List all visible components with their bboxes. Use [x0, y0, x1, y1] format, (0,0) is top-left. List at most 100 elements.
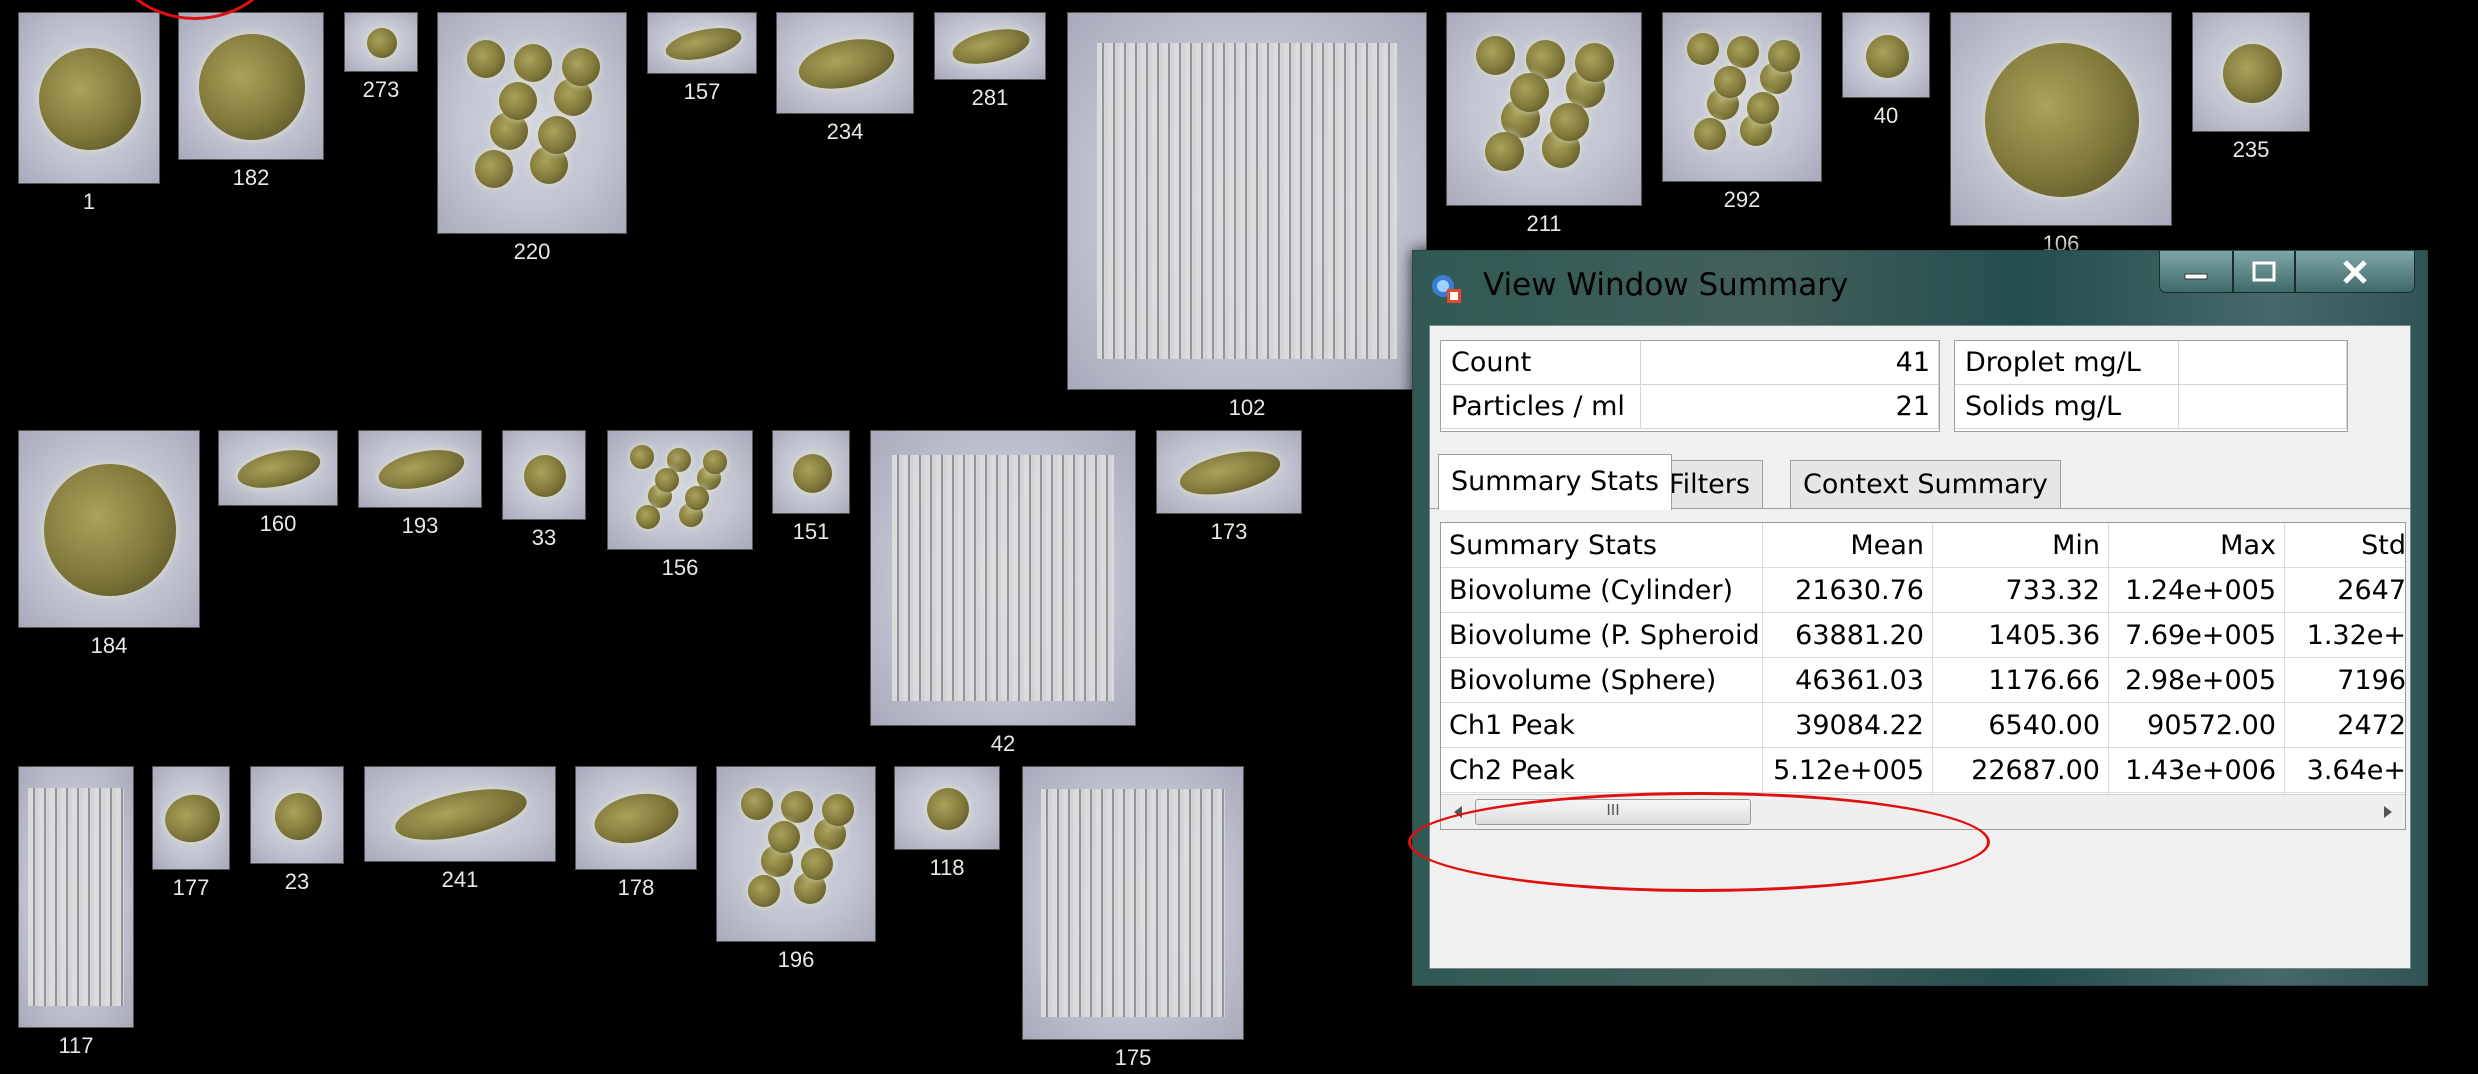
- table-row[interactable]: Biovolume (Cylinder) 21630.76 733.32 1.24e+…: [1441, 568, 2405, 613]
- row-label: Ch2 Peak: [1441, 748, 1763, 793]
- particle-id-label: 178: [617, 875, 655, 900]
- scroll-right-icon: [2384, 806, 2392, 818]
- particle-image: [607, 430, 753, 550]
- particle-id-label: 182: [232, 165, 270, 190]
- particle-id-label: 241: [441, 867, 479, 892]
- particle-image: [218, 430, 338, 506]
- solids-label: Solids mg/L: [1955, 385, 2179, 429]
- particle-image: [250, 766, 344, 864]
- particle-thumbnail[interactable]: 33: [502, 430, 586, 554]
- particle-id-label: 1: [82, 189, 96, 214]
- particle-thumbnail[interactable]: 211: [1446, 12, 1642, 240]
- particle-image: [18, 766, 134, 1028]
- scrollbar-thumb[interactable]: III: [1475, 799, 1751, 825]
- table-header-row[interactable]: Summary Stats Mean Min Max Std: [1441, 523, 2405, 568]
- particle-thumbnail[interactable]: 182: [178, 12, 324, 194]
- particle-id-label: 102: [1228, 395, 1266, 420]
- particle-thumbnail[interactable]: 184: [18, 430, 200, 662]
- particle-id-label: 173: [1210, 519, 1248, 544]
- table-cell: 1.43e+006: [2109, 748, 2285, 793]
- particles-per-ml-value: 21: [1641, 385, 1939, 429]
- scroll-right-button[interactable]: [2371, 795, 2405, 829]
- particle-id-label: 175: [1114, 1045, 1152, 1070]
- horizontal-scrollbar[interactable]: III: [1441, 794, 2405, 829]
- app-icon: [1432, 275, 1461, 303]
- count-label: Count: [1441, 341, 1641, 385]
- window-title: View Window Summary: [1483, 267, 1849, 303]
- particle-thumbnail[interactable]: 40: [1842, 12, 1930, 132]
- particle-id-label: 156: [661, 555, 699, 580]
- table-row[interactable]: Biovolume (Sphere) 46361.03 1176.66 2.98e+0…: [1441, 658, 2405, 703]
- close-icon: [2343, 259, 2367, 284]
- particle-thumbnail[interactable]: 42: [870, 430, 1136, 760]
- particle-thumbnail[interactable]: 118: [894, 766, 1000, 884]
- particle-thumbnail[interactable]: 241: [364, 766, 556, 896]
- particle-id-label: 40: [1873, 103, 1899, 128]
- minimize-button[interactable]: [2159, 251, 2233, 293]
- solids-value: [2179, 385, 2347, 429]
- table-row[interactable]: Ch1 Peak 39084.22 6540.00 90572.00 2472: [1441, 703, 2405, 748]
- tab-context-summary[interactable]: Context Summary: [1790, 460, 2061, 508]
- particle-thumbnail[interactable]: 178: [575, 766, 697, 904]
- summary-stats-grid[interactable]: Summary Stats Mean Min Max Std Biovolume (Cyl…: [1440, 522, 2406, 830]
- particle-thumbnail[interactable]: 102: [1067, 12, 1427, 424]
- count-panel: Count 41 Particles / ml 21: [1440, 340, 1940, 432]
- particle-image: [1842, 12, 1930, 98]
- minimize-icon: [2184, 273, 2208, 279]
- row-label: Ch1 Peak: [1441, 703, 1763, 748]
- particle-image: [1067, 12, 1427, 390]
- particle-id-label: 235: [2232, 137, 2270, 162]
- table-row[interactable]: Biovolume (P. Spheroid) 63881.20 1405.36 7.…: [1441, 613, 2405, 658]
- particle-image: [1446, 12, 1642, 206]
- particle-id-label: 151: [792, 519, 830, 544]
- particle-thumbnail[interactable]: 106: [1950, 12, 2172, 260]
- particle-thumbnail[interactable]: 220: [437, 12, 627, 268]
- row-label: Biovolume (P. Spheroid): [1441, 613, 1763, 658]
- tab-summary-stats[interactable]: Summary Stats: [1438, 454, 1672, 510]
- table-cell: 2647: [2285, 568, 2405, 613]
- scroll-left-button[interactable]: [1441, 795, 1475, 829]
- particle-id-label: 42: [990, 731, 1016, 756]
- particle-thumbnail[interactable]: 151: [772, 430, 850, 548]
- particle-thumbnail[interactable]: 160: [218, 430, 338, 540]
- particle-thumbnail[interactable]: 23: [250, 766, 344, 898]
- particle-image: [152, 766, 230, 870]
- particle-image: [575, 766, 697, 870]
- particle-id-label: 118: [929, 855, 965, 880]
- particle-thumbnail[interactable]: 281: [934, 12, 1046, 114]
- particle-image: [894, 766, 1000, 850]
- particle-image: [18, 12, 160, 184]
- particle-thumbnail[interactable]: 117: [18, 766, 134, 1062]
- table-cell: 5.12e+005: [1763, 748, 1933, 793]
- particle-thumbnail[interactable]: 196: [716, 766, 876, 976]
- particle-thumbnail[interactable]: 1: [18, 12, 160, 218]
- particle-thumbnail[interactable]: 273: [344, 12, 418, 106]
- particle-thumbnail[interactable]: 156: [607, 430, 753, 584]
- particle-thumbnail[interactable]: 173: [1156, 430, 1302, 548]
- table-cell: 7.69e+005: [2109, 613, 2285, 658]
- row-label: Biovolume (Cylinder): [1441, 568, 1763, 613]
- particle-thumbnail[interactable]: 175: [1022, 766, 1244, 1074]
- mass-panel: Droplet mg/L Solids mg/L: [1954, 340, 2348, 432]
- particle-image: [178, 12, 324, 160]
- particle-thumbnail[interactable]: 235: [2192, 12, 2310, 166]
- particle-id-label: 281: [971, 85, 1009, 110]
- particle-thumbnail[interactable]: 292: [1662, 12, 1822, 216]
- table-cell: 90572.00: [2109, 703, 2285, 748]
- particle-image: [772, 430, 850, 514]
- particle-thumbnail[interactable]: 234: [776, 12, 914, 148]
- particle-image: [358, 430, 482, 508]
- particle-thumbnail[interactable]: 193: [358, 430, 482, 542]
- tab-filters[interactable]: Filters: [1656, 460, 1763, 508]
- close-button[interactable]: [2295, 251, 2415, 293]
- title-bar[interactable]: View Window Summary: [1413, 251, 2427, 325]
- particle-thumbnail[interactable]: 157: [647, 12, 757, 108]
- table-cell: 6540.00: [1933, 703, 2109, 748]
- particle-image: [437, 12, 627, 234]
- table-row[interactable]: Ch2 Peak 5.12e+005 22687.00 1.43e+006 3.64e+: [1441, 748, 2405, 793]
- maximize-button[interactable]: [2233, 251, 2295, 293]
- particle-id-label: 292: [1723, 187, 1761, 212]
- particle-thumbnail[interactable]: 177: [152, 766, 230, 904]
- droplet-value: [2179, 341, 2347, 385]
- particle-image: [870, 430, 1136, 726]
